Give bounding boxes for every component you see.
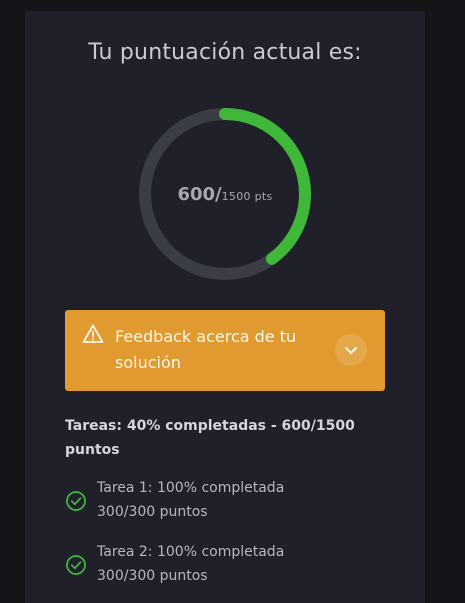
task-item: Tarea 2: 100% completada 300/300 puntos	[65, 544, 395, 603]
task-item: Tarea 1: 100% completada 300/300 puntos	[65, 480, 395, 540]
task-title: Tarea 1: 100% completada	[97, 480, 285, 496]
score-value: 600/	[177, 184, 222, 205]
tasks-summary: Tareas: 40% completadas - 600/1500 punto…	[65, 418, 355, 458]
task-points: 300/300 puntos	[97, 568, 208, 584]
chevron-down-icon	[345, 347, 357, 354]
feedback-label: Feedback acerca de tu solución	[115, 327, 297, 372]
check-circle-icon	[66, 555, 86, 575]
score-readout: 600/1500 pts	[130, 184, 320, 205]
score-title: Tu puntuación actual es:	[88, 40, 362, 65]
feedback-accordion[interactable]: Feedback acerca de tu solución	[65, 310, 385, 391]
page: Tu puntuación actual es: 600/1500 pts Fe…	[0, 0, 465, 603]
expand-toggle-button[interactable]	[335, 334, 367, 366]
task-points: 300/300 puntos	[97, 504, 208, 520]
score-total: 1500 pts	[221, 190, 273, 203]
warning-icon	[82, 324, 104, 343]
check-circle-icon	[66, 491, 86, 511]
task-title: Tarea 2: 100% completada	[97, 544, 285, 560]
